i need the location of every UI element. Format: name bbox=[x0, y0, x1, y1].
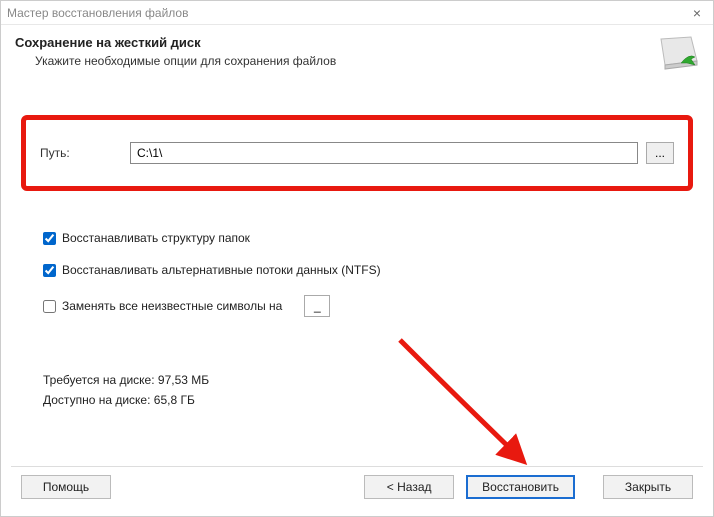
checkbox-restore-alt-streams[interactable] bbox=[43, 264, 56, 277]
close-icon[interactable]: × bbox=[687, 5, 707, 21]
path-input[interactable] bbox=[130, 142, 638, 164]
recover-button[interactable]: Восстановить bbox=[466, 475, 575, 499]
help-button[interactable]: Помощь bbox=[21, 475, 111, 499]
disk-info: Требуется на диске: 97,53 МБ Доступно на… bbox=[21, 373, 693, 407]
checkbox-restore-folder-structure[interactable] bbox=[43, 232, 56, 245]
disk-available: Доступно на диске: 65,8 ГБ bbox=[43, 393, 693, 407]
option-label: Восстанавливать альтернативные потоки да… bbox=[62, 263, 381, 277]
wizard-header: Сохранение на жесткий диск Укажите необх… bbox=[1, 25, 713, 83]
option-label: Восстанавливать структуру папок bbox=[62, 231, 250, 245]
path-label: Путь: bbox=[40, 146, 130, 160]
window-title: Мастер восстановления файлов bbox=[7, 6, 188, 20]
title-bar: Мастер восстановления файлов × bbox=[1, 1, 713, 25]
path-highlight-box: Путь: ... bbox=[21, 115, 693, 191]
wizard-window: Мастер восстановления файлов × Сохранени… bbox=[0, 0, 714, 517]
back-button[interactable]: < Назад bbox=[364, 475, 454, 499]
button-bar: Помощь < Назад Восстановить Закрыть bbox=[1, 467, 713, 516]
checkbox-replace-unknown-chars[interactable] bbox=[43, 300, 56, 313]
browse-button[interactable]: ... bbox=[646, 142, 674, 164]
options-group: Восстанавливать структуру папок Восстана… bbox=[21, 231, 693, 317]
option-restore-alt-streams[interactable]: Восстанавливать альтернативные потоки да… bbox=[43, 263, 693, 277]
hard-drive-icon bbox=[657, 35, 699, 71]
content-area: Путь: ... Восстанавливать структуру папо… bbox=[1, 83, 713, 456]
option-replace-unknown-chars[interactable]: Заменять все неизвестные символы на bbox=[43, 295, 693, 317]
disk-required: Требуется на диске: 97,53 МБ bbox=[43, 373, 693, 387]
page-subtitle: Укажите необходимые опции для сохранения… bbox=[35, 54, 647, 68]
option-restore-folder-structure[interactable]: Восстанавливать структуру папок bbox=[43, 231, 693, 245]
replacement-char-input[interactable] bbox=[304, 295, 330, 317]
option-label: Заменять все неизвестные символы на bbox=[62, 299, 282, 313]
page-title: Сохранение на жесткий диск bbox=[15, 35, 647, 50]
close-button[interactable]: Закрыть bbox=[603, 475, 693, 499]
